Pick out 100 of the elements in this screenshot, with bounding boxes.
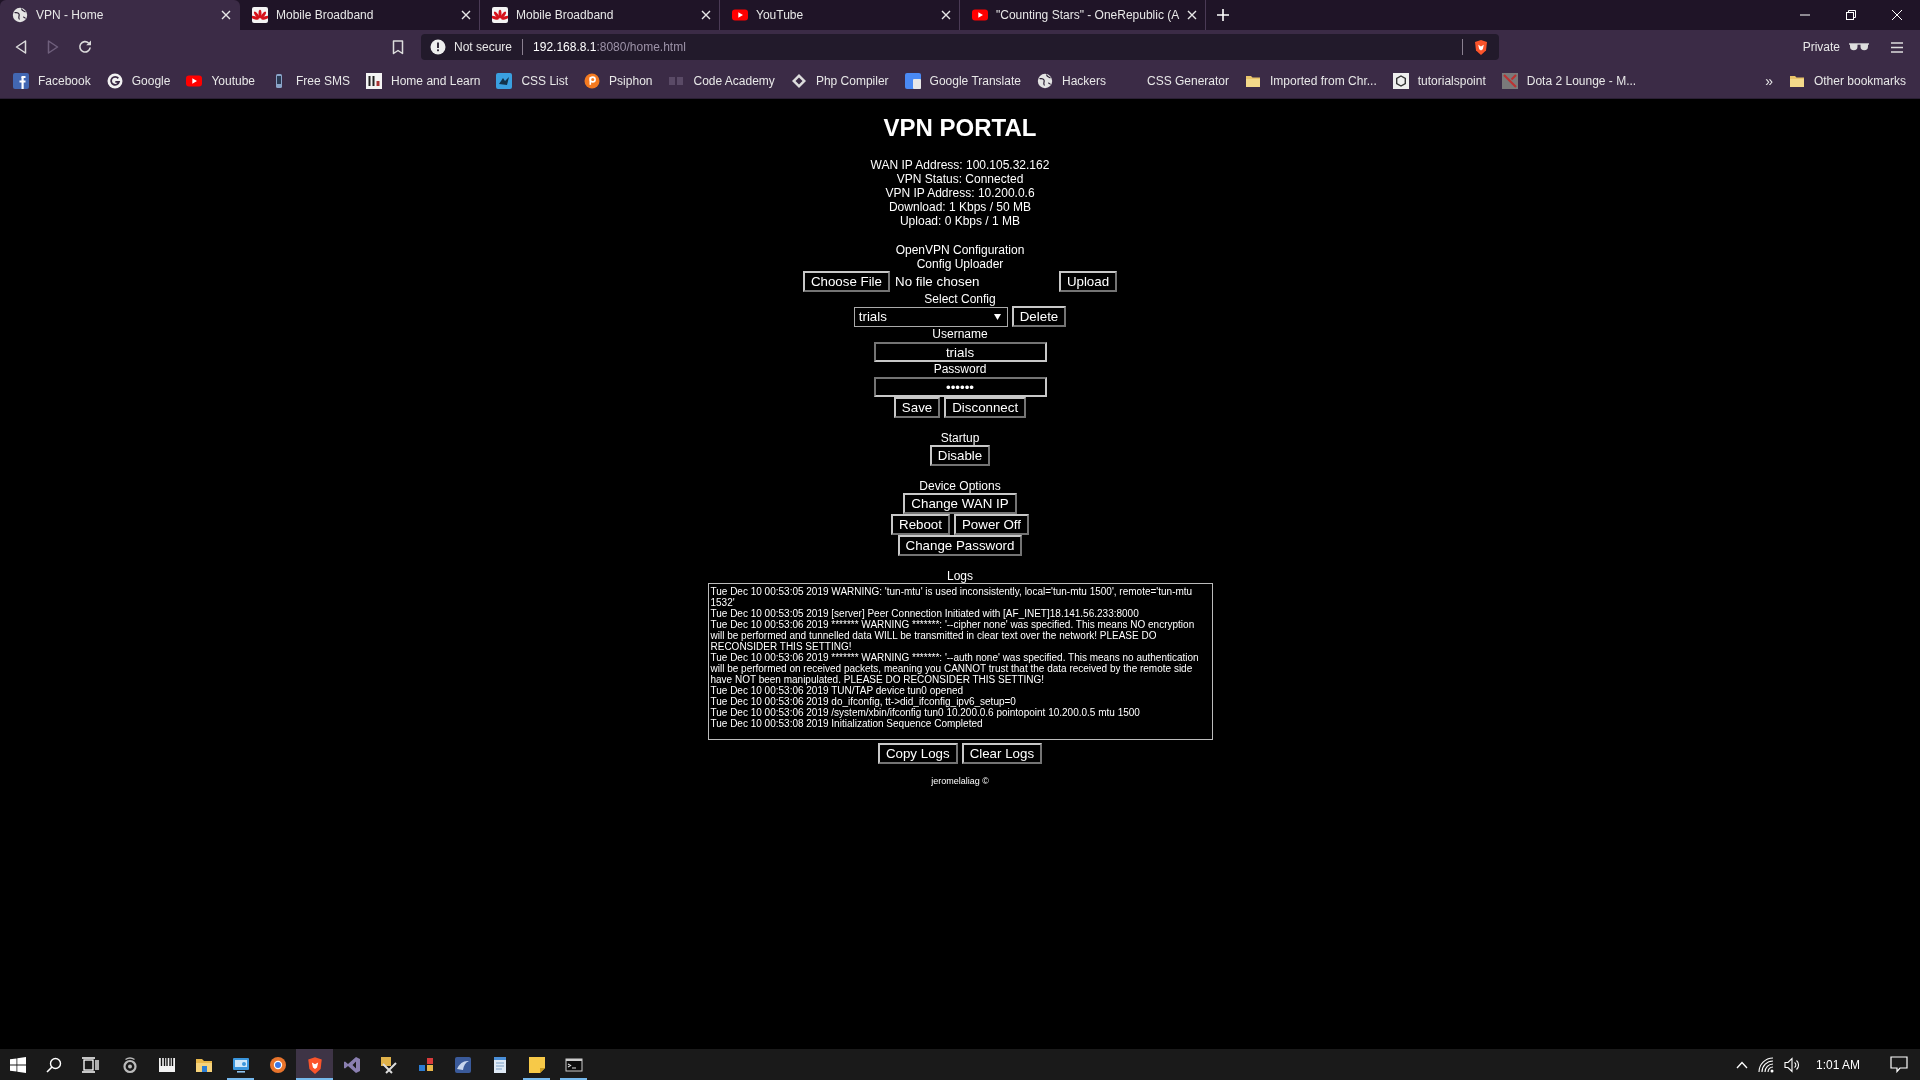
- glasses-icon[interactable]: [1849, 43, 1869, 51]
- logs-label: Logs: [947, 569, 973, 583]
- chevron-up-icon[interactable]: [1735, 1060, 1748, 1069]
- config-select[interactable]: trials: [853, 306, 1008, 327]
- file-status: No file chosen: [895, 274, 980, 289]
- profile-label[interactable]: Private: [1802, 40, 1840, 54]
- section-subheading: Config Uploader: [916, 257, 1004, 271]
- save-button[interactable]: Save: [893, 397, 941, 418]
- bookmark-item[interactable]: CSS List: [488, 73, 577, 89]
- address-bar[interactable]: Not secure 192.168.8.1:8080/home.html: [421, 34, 1499, 60]
- log-line: Tue Dec 10 00:53:06 2019 do_ifconfig, tt->did_ifconfig_ipv6_setup=0: [710, 696, 1017, 707]
- bookmark-item[interactable]: CSS Generator: [1114, 73, 1238, 89]
- status-line: VPN IP Address: 10.200.0.6: [885, 186, 1035, 200]
- bookmark-item[interactable]: Psiphon: [576, 73, 661, 89]
- folder-icon: [1245, 73, 1262, 89]
- taskbar-button[interactable]: [296, 1049, 333, 1080]
- play-icon: [972, 7, 988, 23]
- logo-icon: [1501, 73, 1518, 89]
- note-icon: [527, 1055, 546, 1074]
- bookmark-item[interactable]: Dota 2 Lounge - M...: [1493, 73, 1645, 89]
- bookmark-item[interactable]: Home and Learn: [358, 73, 489, 89]
- play-icon: [732, 7, 748, 23]
- taskbar-clock[interactable]: 1:01 AM: [1815, 1057, 1860, 1072]
- device-option-button[interactable]: Reboot: [891, 514, 950, 535]
- device-options-label: Device Options: [919, 479, 1001, 493]
- speaker-icon[interactable]: [1783, 1056, 1800, 1073]
- bookmark-item[interactable]: Code Academy: [660, 73, 783, 89]
- task-view-icon[interactable]: [81, 1056, 99, 1073]
- copy-logs-button[interactable]: Copy Logs: [877, 743, 958, 764]
- close-icon[interactable]: [941, 10, 951, 20]
- clear-logs-button[interactable]: Clear Logs: [961, 743, 1043, 764]
- wifi-icon[interactable]: [1757, 1056, 1774, 1073]
- bookmark-item[interactable]: Google: [98, 73, 179, 89]
- plus-icon[interactable]: [1217, 9, 1230, 21]
- footer-credit: jeromelaliag ©: [931, 776, 989, 787]
- bookmark-item[interactable]: Youtube: [178, 73, 263, 89]
- logo-icon: [342, 1055, 361, 1074]
- device-option-button[interactable]: Change Password: [897, 535, 1023, 556]
- logo-icon: [904, 73, 921, 89]
- ring-logo-icon: [106, 73, 123, 89]
- flower-icon: [252, 7, 268, 23]
- close-icon[interactable]: [701, 10, 711, 20]
- status-line: WAN IP Address: 100.105.32.162: [870, 158, 1050, 172]
- password-field[interactable]: ••••••: [873, 377, 1047, 397]
- close-icon[interactable]: [461, 10, 471, 20]
- folder-icon: [1788, 73, 1805, 89]
- monitor-icon: [231, 1055, 250, 1074]
- back-icon[interactable]: [15, 40, 27, 54]
- windows-icon[interactable]: [10, 1056, 26, 1073]
- device-option-button[interactable]: Power Off: [954, 514, 1029, 535]
- status-line: VPN Status: Connected: [896, 172, 1024, 186]
- terminal-icon: [564, 1055, 583, 1074]
- shield-icon[interactable]: [1473, 39, 1489, 55]
- bookmark-folder[interactable]: Other bookmarks: [1780, 73, 1914, 89]
- log-line: Tue Dec 10 00:53:06 2019 TUN/TAP device tun0 opened: [710, 685, 964, 696]
- logs-box[interactable]: [707, 583, 1213, 740]
- bookmark-item[interactable]: Facebook: [5, 73, 99, 89]
- close-icon[interactable]: [221, 10, 231, 20]
- log-line: Tue Dec 10 00:53:05 2019 WARNING: 'tun-mtu' is used inconsistently, local='tun-mtu 1500', remote='tun-mtu 1532': [710, 586, 1194, 608]
- bookmark-item[interactable]: Hackers: [1028, 73, 1114, 89]
- disconnect-button[interactable]: Disconnect: [944, 397, 1027, 418]
- shield-icon: [305, 1055, 324, 1074]
- upload-button[interactable]: Upload: [1058, 271, 1118, 292]
- log-line: Tue Dec 10 00:53:08 2019 Initialization Sequence Completed: [710, 718, 984, 729]
- username-field[interactable]: trials: [873, 342, 1047, 362]
- disable-button[interactable]: Disable: [929, 445, 991, 466]
- bookmark-item[interactable]: Free SMS: [263, 73, 359, 89]
- status-line: Download: 1 Kbps / 50 MB: [888, 200, 1032, 214]
- startup-label: Startup: [940, 431, 980, 445]
- reload-icon[interactable]: [78, 40, 92, 54]
- browser-tab[interactable]: VPN - Home: [0, 0, 240, 30]
- round-logo-icon: [268, 1055, 287, 1074]
- choose-file-button[interactable]: Choose File: [802, 271, 890, 292]
- close-icon[interactable]: [1187, 10, 1198, 20]
- log-line: Tue Dec 10 00:53:05 2019 [server] Peer Connection Initiated with [AF_INET]18.141.56.233:8000: [710, 608, 1140, 619]
- restore-icon[interactable]: [1846, 10, 1856, 20]
- alert-icon[interactable]: [430, 39, 446, 55]
- speech-bubble-icon[interactable]: [1890, 1056, 1908, 1073]
- menu-icon[interactable]: [1891, 41, 1903, 53]
- search-icon[interactable]: [46, 1056, 62, 1073]
- select-config-label: Select Config: [924, 292, 996, 306]
- keyboard-icon: [157, 1055, 176, 1074]
- bookmark-item[interactable]: Php Compiler: [782, 73, 897, 89]
- overflow-button[interactable]: »: [1757, 73, 1781, 89]
- bookmark-item[interactable]: tutorialspoint: [1384, 73, 1494, 89]
- device-option-button[interactable]: Change WAN IP: [903, 493, 1017, 514]
- security-label[interactable]: Not secure: [454, 40, 513, 54]
- logo-icon: [13, 73, 29, 89]
- diamond-icon: [790, 73, 807, 89]
- bookmark-item[interactable]: Imported from Chr...: [1237, 73, 1385, 89]
- globe-icon: [1036, 73, 1053, 89]
- bookmark-icon[interactable]: [392, 39, 404, 55]
- logo-icon: [1392, 73, 1409, 89]
- password-label: Password: [933, 362, 987, 376]
- blocks-icon: [416, 1055, 435, 1074]
- delete-button[interactable]: Delete: [1011, 306, 1067, 327]
- bookmark-item[interactable]: Google Translate: [896, 73, 1029, 89]
- log-line: Tue Dec 10 00:53:06 2019 /system/xbin/ifconfig tun0 10.200.0.6 pointopoint 10.200.0.5 mtu 1500: [710, 707, 1141, 718]
- url-text[interactable]: 192.168.8.1:8080/home.html: [533, 40, 686, 54]
- tools-icon: [379, 1055, 398, 1074]
